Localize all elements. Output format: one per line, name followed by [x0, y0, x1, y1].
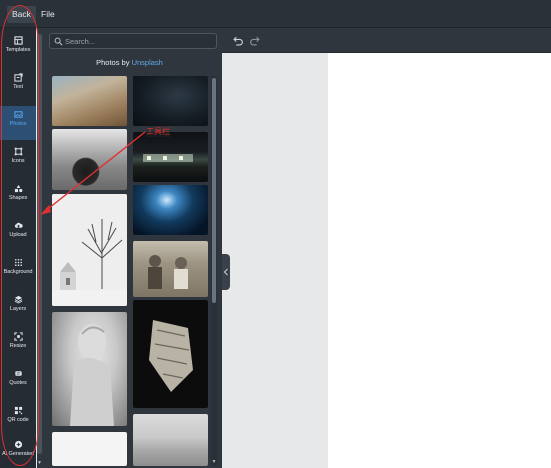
photo-thumbnail-vintage-sepia-group[interactable] — [133, 241, 208, 297]
photos-panel: Photos by Unsplash — [42, 28, 222, 468]
photo-thumbnail-underwater-cave-light[interactable] — [133, 185, 208, 235]
photo-thumbnail-marble-statue[interactable] — [52, 312, 127, 426]
canvas-workspace — [222, 53, 551, 468]
redo-icon[interactable] — [249, 35, 260, 46]
panel-title-prefix: Photos by — [96, 58, 132, 67]
photo-thumbnail-seashell-on-black[interactable] — [133, 300, 208, 408]
photo-thumbnail-misty-shore[interactable] — [133, 414, 208, 466]
annotation-label: 工具栏 — [146, 126, 170, 137]
undo-icon[interactable] — [233, 35, 244, 46]
file-menu[interactable]: File — [36, 6, 60, 23]
photo-thumbnail-bear-in-forest[interactable] — [52, 129, 127, 190]
snowy-tree-chapel-image — [52, 194, 127, 306]
marble-statue-image — [70, 324, 114, 426]
scrollbar-thumb[interactable] — [212, 78, 216, 303]
editor-toolbar — [222, 28, 551, 53]
search-icon — [54, 37, 63, 46]
annotation-highlight-oval — [1, 5, 39, 466]
seashell-on-black-image — [149, 320, 193, 392]
design-canvas[interactable] — [328, 53, 551, 468]
search-input[interactable] — [65, 35, 213, 47]
search-box[interactable] — [49, 33, 217, 49]
menu-bar: Back File — [0, 0, 551, 28]
panel-title: Photos by Unsplash — [42, 58, 217, 67]
app-window: Back File Templates Text Photos Icons Sh… — [0, 0, 551, 468]
photo-thumbnail-snowy-tree-chapel[interactable] — [52, 194, 127, 306]
photo-thumbnail-dry-hillside[interactable] — [52, 76, 127, 126]
building-at-night-image — [143, 154, 193, 162]
photo-thumbnail-dark-night-sky[interactable] — [133, 76, 208, 126]
unsplash-link[interactable]: Unsplash — [132, 58, 163, 67]
photo-thumbnail-building-at-night[interactable] — [133, 132, 208, 182]
vintage-sepia-group-image — [148, 255, 188, 289]
photos-scrollbar[interactable]: ▼ — [211, 76, 217, 466]
scroll-down-icon[interactable]: ▼ — [211, 459, 217, 465]
photo-thumbnail-white-photo[interactable] — [52, 432, 127, 466]
chevron-left-icon — [223, 268, 228, 276]
panel-collapse-handle[interactable] — [222, 254, 230, 290]
